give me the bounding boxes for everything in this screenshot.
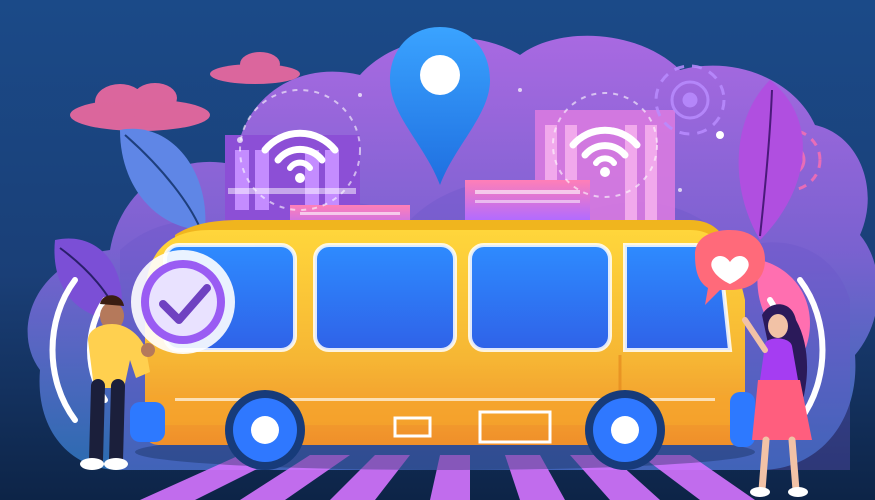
- autonomous-bus-illustration: [0, 0, 875, 500]
- bus-window: [470, 245, 610, 350]
- sparkle: [716, 131, 724, 139]
- bus-wheel: [225, 390, 305, 470]
- bus-wheel: [585, 390, 665, 470]
- stripe-card-right: [465, 180, 590, 220]
- autonomous-bus: [130, 220, 755, 470]
- check-badge-icon: [131, 250, 235, 354]
- bus-window: [315, 245, 455, 350]
- illustration-canvas: [0, 0, 875, 500]
